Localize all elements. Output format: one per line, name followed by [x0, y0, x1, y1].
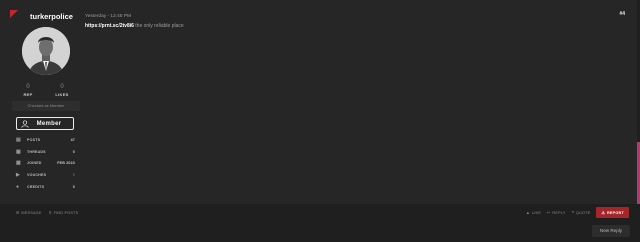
- warning-icon: ⚠: [601, 211, 605, 215]
- avatar[interactable]: [22, 27, 70, 75]
- calendar-icon: ▩: [16, 160, 21, 167]
- report-label: REPORT: [606, 210, 624, 215]
- post-number[interactable]: #4: [619, 11, 625, 17]
- info-key: CREDITS: [27, 184, 45, 189]
- post-footer: ✉ MESSAGE ⚲ FIND POSTS ▲ LIKE ↩ REPLY ❝ …: [0, 204, 637, 222]
- reputation-value: 0: [26, 84, 30, 90]
- credits-icon: ●: [16, 183, 20, 190]
- list-icon: ▦: [16, 148, 21, 155]
- member-badge: Member: [16, 117, 74, 130]
- info-value: 0: [72, 149, 75, 154]
- info-row-vouches: ▶ VOUCHES 0: [12, 169, 75, 181]
- likes-label: LIKES: [55, 92, 69, 97]
- post-body: https://prnt.sc/2tv8i6 the only reliable…: [85, 23, 184, 29]
- post-text: the only reliable place: [133, 23, 184, 29]
- find-posts-button[interactable]: ⚲ FIND POSTS: [48, 210, 79, 216]
- info-value: 47: [70, 137, 75, 142]
- info-key: VOUCHES: [27, 172, 47, 177]
- envelope-icon: ✉: [16, 211, 20, 215]
- info-row-threads: ▦ THREADS 0: [12, 146, 75, 158]
- info-row-posts: ▤ POSTS 47: [12, 134, 75, 146]
- info-value: 0: [72, 184, 75, 189]
- quote-icon: ❝: [571, 211, 574, 215]
- username[interactable]: turkerpolice: [30, 12, 73, 21]
- checked-as-label: Checked as Member: [12, 101, 80, 111]
- reply-label: REPLY: [552, 210, 566, 215]
- report-button[interactable]: ⚠ REPORT: [596, 207, 629, 218]
- reply-button[interactable]: ↩ REPLY: [547, 210, 566, 216]
- find-posts-label: FIND POSTS: [53, 210, 79, 215]
- new-reply-button[interactable]: New Reply: [592, 225, 630, 237]
- post-timestamp[interactable]: Yesterday - 12:45 PM: [85, 14, 131, 19]
- likes-value: 0: [60, 84, 64, 90]
- reputation-label: REP: [23, 92, 33, 97]
- info-key: POSTS: [27, 137, 41, 142]
- quote-label: QUOTE: [575, 210, 591, 215]
- message-label: MESSAGE: [21, 210, 42, 215]
- info-key: JOINED: [27, 161, 42, 166]
- reply-icon: ↩: [547, 211, 551, 215]
- info-row-credits: ● CREDITS 0: [12, 181, 75, 193]
- post-corner-flag: [10, 10, 18, 18]
- vouch-icon: ▶: [16, 171, 21, 178]
- thumbs-up-icon: ▲: [526, 210, 530, 215]
- user-info-list: ▤ POSTS 47 ▦ THREADS 0 ▩ JOINED FEB 2023…: [12, 134, 75, 192]
- info-value: FEB 2023: [57, 161, 75, 166]
- footer-right-actions: ▲ LIKE ↩ REPLY ❝ QUOTE ⚠ REPORT: [526, 207, 629, 218]
- search-icon: ⚲: [48, 211, 52, 215]
- info-value: 0: [72, 172, 75, 177]
- like-label: LIKE: [531, 210, 542, 215]
- forum-post: turkerpolice 0 REP 0 LIKES Checked as Me…: [0, 0, 637, 222]
- post-link[interactable]: https://prnt.sc/2tv8i6: [85, 23, 134, 29]
- like-button[interactable]: ▲ LIKE: [526, 211, 541, 215]
- comment-icon: ▤: [16, 136, 21, 143]
- user-icon: [21, 120, 29, 128]
- likes-stat[interactable]: 0 LIKES: [45, 83, 79, 97]
- info-row-joined: ▩ JOINED FEB 2023: [12, 157, 75, 169]
- quote-button[interactable]: ❝ QUOTE: [571, 210, 591, 216]
- footer-left-actions: ✉ MESSAGE ⚲ FIND POSTS: [16, 210, 79, 216]
- avatar-silhouette-icon: [22, 27, 70, 75]
- reputation-stat[interactable]: 0 REP: [11, 83, 45, 97]
- message-button[interactable]: ✉ MESSAGE: [16, 210, 42, 216]
- info-key: THREADS: [27, 149, 46, 154]
